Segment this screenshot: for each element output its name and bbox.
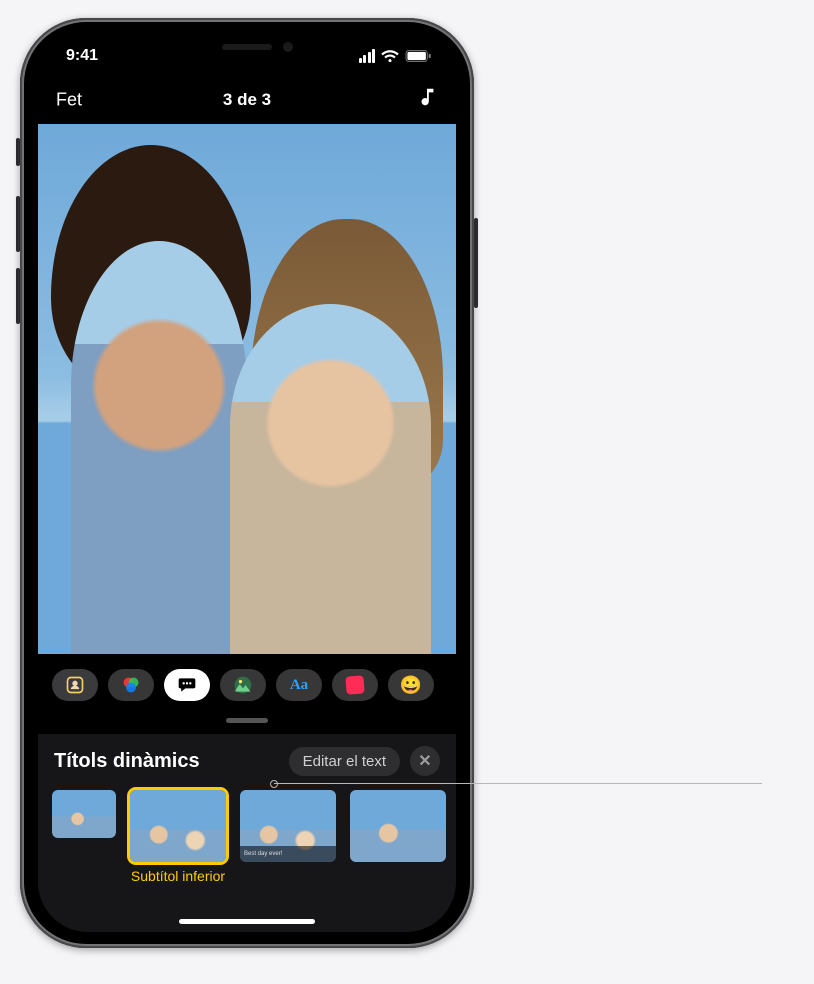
emoji-icon: 😀 [400, 675, 422, 696]
posters-button[interactable] [220, 669, 266, 701]
status-time: 9:41 [66, 47, 98, 65]
navbar: Fet 3 de 3 [38, 78, 456, 122]
live-titles-button[interactable] [164, 669, 210, 701]
volume-up-button [16, 196, 20, 252]
title-style-label: Subtítol inferior estàtic [130, 868, 226, 886]
title-style-option[interactable] [350, 790, 446, 886]
stickers-button[interactable] [332, 669, 378, 701]
navbar-title: 3 de 3 [223, 90, 271, 110]
sticker-icon [345, 675, 364, 694]
status-indicators [359, 49, 433, 63]
screen: 9:41 Fet 3 de [38, 34, 456, 932]
silence-switch [16, 138, 20, 166]
music-button[interactable] [416, 86, 438, 114]
battery-icon [405, 50, 432, 62]
clip-viewer[interactable] [38, 124, 456, 654]
wifi-icon [381, 50, 399, 63]
done-button[interactable]: Fet [56, 90, 82, 111]
memoji-button[interactable] [52, 669, 98, 701]
effects-toolbar: Aa 😀 [38, 658, 456, 712]
memoji-icon [65, 675, 85, 695]
power-button [474, 218, 478, 308]
titles-panel: Títols dinàmics Editar el text ✕ Subtíto… [38, 734, 456, 932]
panel-grabber[interactable] [226, 718, 268, 723]
close-icon: ✕ [418, 751, 431, 771]
music-note-icon [416, 86, 438, 108]
title-style-option[interactable]: Best day ever! [240, 790, 336, 886]
landscape-icon [233, 675, 253, 695]
title-style-option[interactable] [52, 790, 116, 886]
edit-text-button[interactable]: Editar el text [289, 747, 400, 776]
notch [157, 34, 337, 64]
close-panel-button[interactable]: ✕ [410, 746, 440, 776]
volume-down-button [16, 268, 20, 324]
panel-header: Títols dinàmics Editar el text ✕ [38, 742, 456, 786]
speech-bubble-icon [177, 675, 197, 695]
home-indicator[interactable] [179, 919, 315, 924]
title-styles-thumbnails[interactable]: Subtítol inferior estàtic Best day ever! [38, 786, 456, 886]
callout-leader [274, 783, 762, 785]
emoji-button[interactable]: 😀 [388, 669, 434, 701]
title-style-option-selected[interactable]: Subtítol inferior estàtic [130, 790, 226, 886]
cellular-icon [359, 49, 376, 63]
device-frame: 9:41 Fet 3 de [20, 18, 474, 948]
filters-button[interactable] [108, 669, 154, 701]
panel-title: Títols dinàmics [54, 750, 200, 773]
filters-icon [121, 675, 141, 695]
text-style-icon: Aa [290, 677, 308, 694]
text-button[interactable]: Aa [276, 669, 322, 701]
